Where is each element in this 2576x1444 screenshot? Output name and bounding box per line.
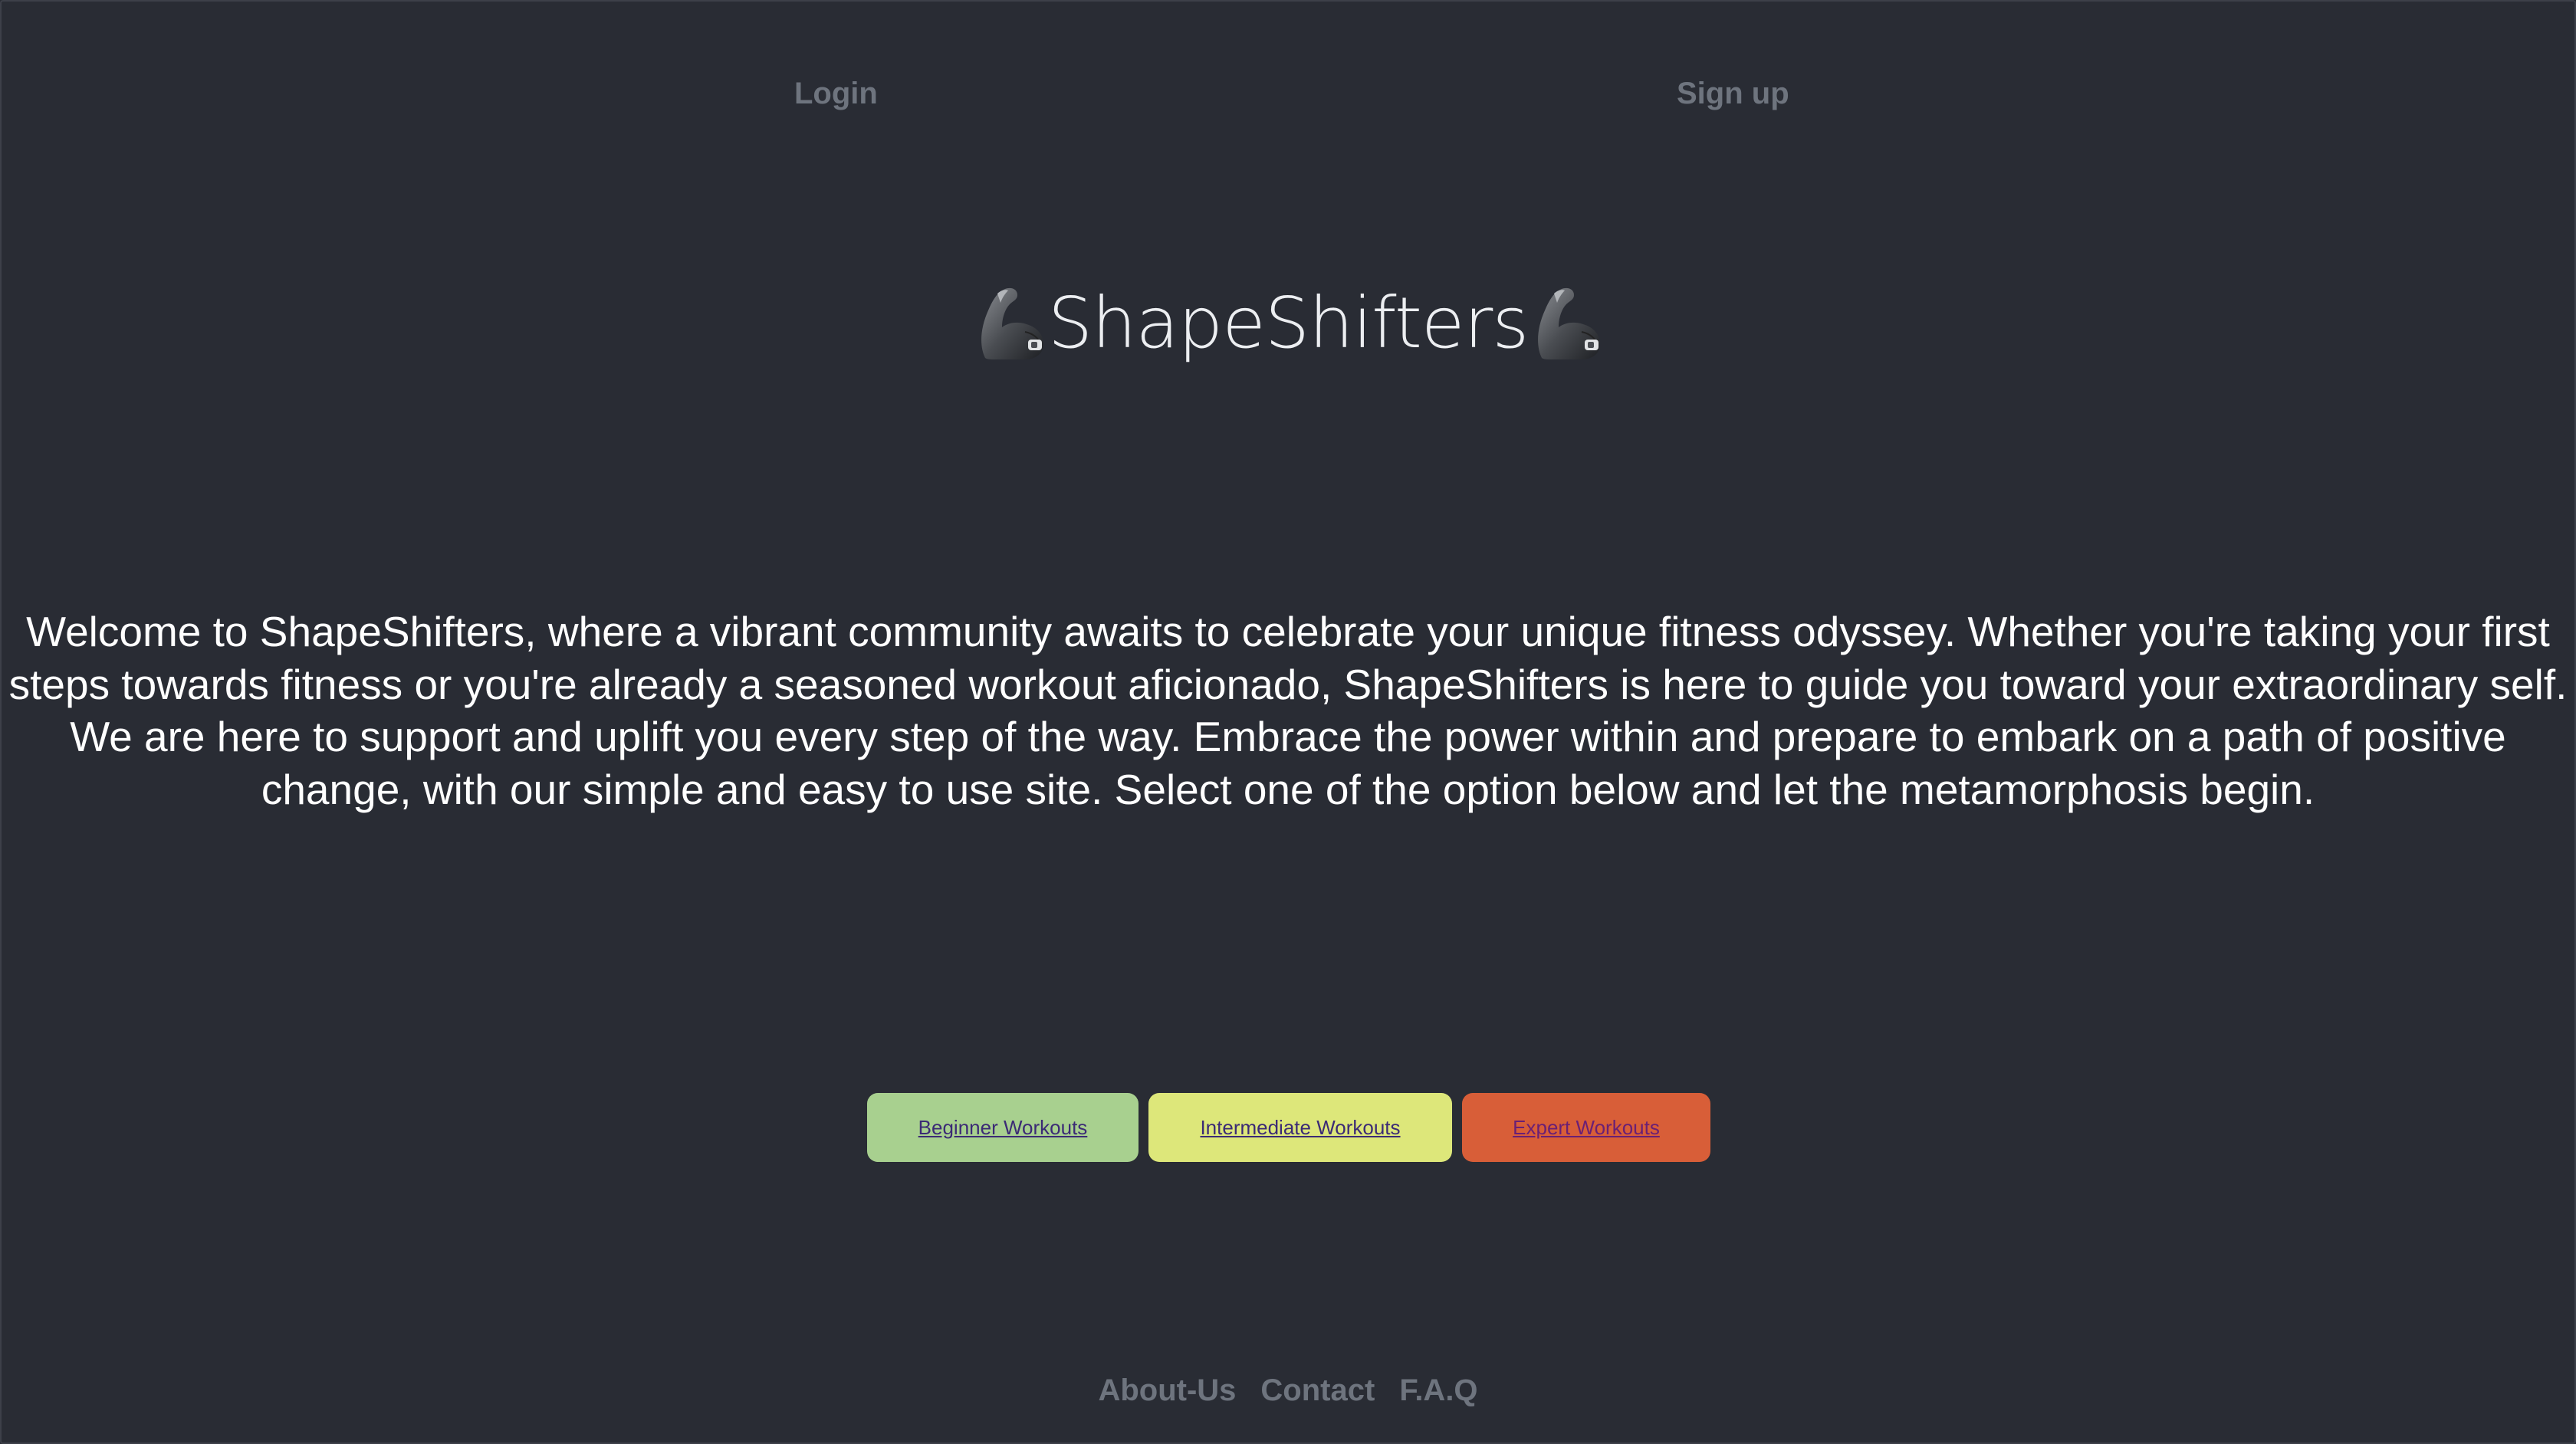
brand-logo: ShapeShifters	[0, 270, 2576, 377]
login-link[interactable]: Login	[794, 71, 878, 117]
footer-nav: About-Us Contact F.A.Q	[0, 1369, 2576, 1412]
workout-buttons: Beginner Workouts Intermediate Workouts …	[867, 1093, 1710, 1162]
expert-workouts-button[interactable]: Expert Workouts	[1462, 1093, 1710, 1162]
about-us-link[interactable]: About-Us	[1098, 1369, 1236, 1412]
signup-link[interactable]: Sign up	[1677, 71, 1789, 117]
contact-link[interactable]: Contact	[1260, 1369, 1375, 1412]
flexed-biceps-icon	[981, 287, 1043, 359]
faq-link[interactable]: F.A.Q	[1399, 1369, 1477, 1412]
intermediate-workouts-button[interactable]: Intermediate Workouts	[1148, 1093, 1452, 1162]
site-title: ShapeShifters	[1047, 282, 1530, 364]
intro-paragraph: Welcome to ShapeShifters, where a vibran…	[8, 608, 2568, 813]
flexed-biceps-icon	[1538, 287, 1601, 359]
beginner-workouts-button[interactable]: Beginner Workouts	[867, 1093, 1138, 1162]
